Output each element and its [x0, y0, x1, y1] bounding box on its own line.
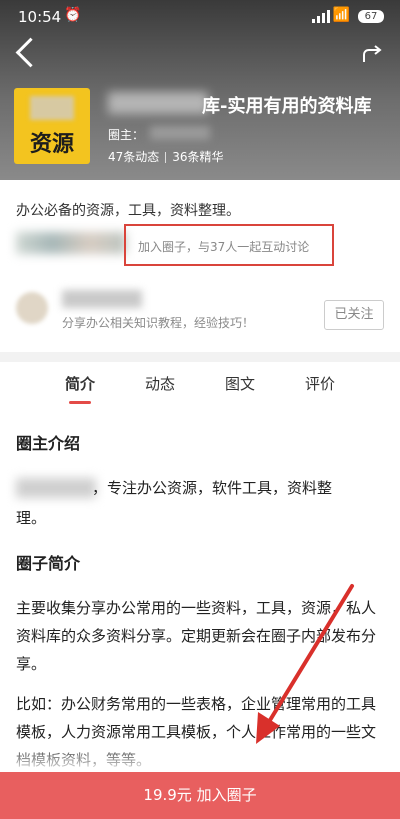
share-icon[interactable] [360, 42, 384, 66]
follow-button[interactable]: 已关注 [324, 300, 384, 330]
circle-title: 库-实用有用的资料库 [202, 96, 372, 117]
status-time: 10:54 [18, 8, 62, 26]
battery-icon: 67 [358, 10, 384, 23]
owner-intro-line1: ，专注办公资源，软件工具，资料整 [92, 479, 333, 497]
tab-reviews[interactable]: 评价 [303, 362, 337, 406]
owner-name-blurred [16, 478, 96, 498]
join-invite-text: 加入圈子，与37人一起互动讨论 [138, 240, 310, 254]
alarm-icon: ⏰ [64, 7, 82, 23]
annotation-arrow [256, 584, 354, 744]
tab-posts[interactable]: 动态 [143, 362, 177, 406]
circle-header: 10:54 ⏰ 📶 67 资源 库-实用有用的资料库 圈主： 47条动态 36条精… [0, 0, 400, 180]
avatar-text: 资源 [29, 132, 74, 157]
wifi-icon: 📶 [332, 7, 350, 23]
circle-info: 办公必备的资源，工具，资料整理。 加入圈子，与37人一起互动讨论 分享办公相关知… [0, 180, 400, 352]
owner-subtitle: 分享办公相关知识教程，经验技巧！ [62, 316, 255, 330]
nav-bar [0, 36, 400, 72]
featured-count: 36条精华 [172, 150, 224, 164]
join-circle-button[interactable]: 19.9元 加入圈子 [0, 772, 400, 819]
tab-intro[interactable]: 简介 [63, 362, 97, 406]
tab-bar: 简介 动态 图文 评价 [0, 362, 400, 406]
owner-intro-heading: 圈主介绍 [16, 434, 81, 453]
owner-intro-line2: 理。 [16, 509, 47, 527]
circle-intro-heading: 圈子简介 [16, 554, 81, 573]
circle-description: 办公必备的资源，工具，资料整理。 [16, 203, 240, 219]
join-invite-box[interactable]: 加入圈子，与37人一起互动讨论 [124, 224, 334, 266]
status-bar: 10:54 ⏰ 📶 67 [0, 0, 400, 34]
section-divider [0, 352, 400, 362]
signal-icon [312, 10, 330, 23]
owner-name-blurred [62, 290, 142, 308]
posts-count: 47条动态 [108, 150, 160, 164]
back-icon[interactable] [15, 37, 46, 68]
member-avatars-blurred [16, 232, 126, 254]
owner-avatar[interactable] [16, 292, 48, 324]
tab-media[interactable]: 图文 [223, 362, 257, 406]
owner-name-blurred [150, 126, 210, 140]
title-blurred-part [108, 92, 208, 114]
circle-stats: 47条动态 36条精华 [108, 148, 224, 165]
owner-card: 分享办公相关知识教程，经验技巧！ 已关注 [16, 286, 384, 338]
circle-avatar: 资源 [14, 88, 90, 164]
owner-label: 圈主： [108, 128, 145, 142]
